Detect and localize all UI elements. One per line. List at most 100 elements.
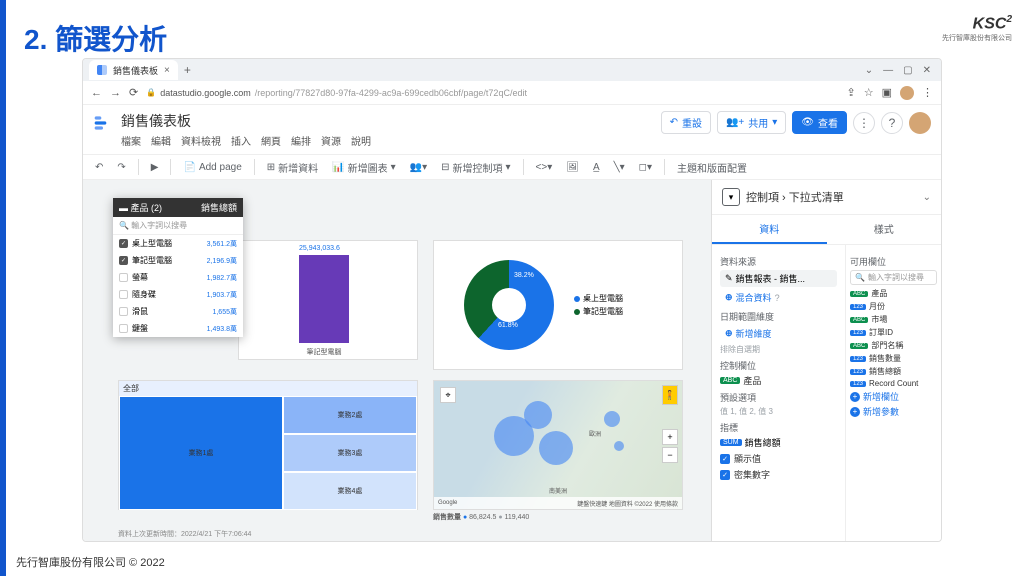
extension-icon[interactable]: ▣ [882, 86, 892, 99]
tab-data[interactable]: 資料 [712, 215, 827, 244]
show-value-checkbox[interactable]: ✓顯示值 [720, 452, 837, 465]
menu-view[interactable]: 資料檢視 [181, 133, 221, 148]
undo-icon: ↶ [670, 117, 678, 128]
bar-1 [299, 255, 349, 343]
menu-icon[interactable]: ⋮ [922, 86, 933, 99]
datastudio-icon [97, 65, 107, 75]
shape-button[interactable]: ◻▾ [635, 160, 656, 175]
line-button[interactable]: ╲▾ [610, 160, 629, 175]
menu-page[interactable]: 網頁 [261, 133, 281, 148]
filter-item[interactable]: ✓筆記型電腦2,196.9萬 [113, 252, 243, 269]
more-button[interactable]: ⋮ [853, 112, 875, 134]
filter-item[interactable]: 鍵盤1,493.8萬 [113, 320, 243, 337]
field-item[interactable]: 123月份 [850, 301, 937, 312]
url-embed-button[interactable]: <>▾ [532, 160, 557, 175]
menu-file[interactable]: 檔案 [121, 133, 141, 148]
address-bar: ← → ⟳ 🔒 datastudio.google.com/reporting/… [83, 81, 941, 105]
field-item[interactable]: ABC市場 [850, 314, 937, 325]
menu-insert[interactable]: 插入 [231, 133, 251, 148]
canvas[interactable]: 25,943,033.6 筆記型電腦 61.8% 38.2% 桌上型電腦 筆記型… [83, 180, 711, 541]
blend-data-link[interactable]: ⊕混合資料 ? [720, 289, 837, 306]
star-icon[interactable]: ☆ [864, 86, 874, 99]
url-field[interactable]: 🔒 datastudio.google.com/reporting/77827d… [146, 88, 838, 98]
properties-panel: ▾ 控制項 › 下拉式清單 ⌄ 資料 樣式 資料來源 ✎銷售報表 - 銷售...… [711, 180, 941, 541]
reset-button[interactable]: ↶重設 [661, 111, 711, 134]
filter-item[interactable]: 滑鼠1,655萬 [113, 303, 243, 320]
minimize-icon[interactable]: — [883, 65, 893, 76]
chevron-down-icon[interactable]: ⌄ [923, 192, 931, 203]
field-item[interactable]: 123銷售總額 [850, 366, 937, 377]
menu-edit[interactable]: 編輯 [151, 133, 171, 148]
field-item[interactable]: 123訂單ID [850, 327, 937, 338]
tab-title: 銷售儀表板 [113, 64, 158, 77]
redo-button[interactable]: ↷ [113, 160, 129, 175]
toolbar: ↶ ↷ ▶ 📄 Add page ⊞ 新增資料 📊 新增圖表 ▾ 👥▾ ⊟ 新增… [83, 154, 941, 180]
menu-resource[interactable]: 資源 [321, 133, 341, 148]
status-text: 資料上次更新時間：2022/4/21 下午7:06:44 [118, 529, 251, 539]
donut-chart[interactable]: 61.8% 38.2% 桌上型電腦 筆記型電腦 [433, 240, 683, 370]
theme-button[interactable]: 主題和版面配置 [673, 158, 751, 177]
browser-window: 銷售儀表板 × + ⌄ — ▢ ✕ ← → ⟳ 🔒 datastudio.goo… [82, 58, 942, 542]
filter-item[interactable]: 螢幕1,982.7萬 [113, 269, 243, 286]
add-page-button[interactable]: 📄 Add page [179, 160, 245, 175]
donut-legend: 桌上型電腦 筆記型電腦 [574, 291, 623, 319]
undo-button[interactable]: ↶ [91, 160, 107, 175]
user-avatar[interactable] [909, 112, 931, 134]
help-button[interactable]: ? [881, 112, 903, 134]
forward-button[interactable]: → [110, 87, 121, 99]
copyright: 先行智庫股份有限公司 © 2022 [16, 554, 165, 570]
menu-help[interactable]: 說明 [351, 133, 371, 148]
community-viz-button[interactable]: 👥▾ [406, 160, 431, 175]
add-param-button[interactable]: +新增參數 [850, 405, 937, 418]
field-item[interactable]: 123銷售數量 [850, 353, 937, 364]
view-button[interactable]: 👁查看 [792, 111, 847, 134]
profile-avatar[interactable] [900, 86, 914, 100]
app-title[interactable]: 銷售儀表板 [121, 111, 653, 131]
filter-item[interactable]: 隨身碟1,903.7萬 [113, 286, 243, 303]
zoom-out-button[interactable]: − [662, 447, 678, 463]
new-tab-button[interactable]: + [184, 63, 191, 77]
chevron-down-icon[interactable]: ⌄ [865, 65, 873, 76]
text-button[interactable]: A̲ [589, 160, 604, 175]
tab-close-icon[interactable]: × [164, 65, 170, 76]
slide-title: 2. 篩選分析 [24, 18, 167, 58]
field-item[interactable]: 123Record Count [850, 379, 937, 388]
treemap-chart[interactable]: 全部 業務1處 業務2處 業務3處 業務4處 [118, 380, 418, 510]
map-locate-icon[interactable]: ⌖ [440, 387, 456, 403]
add-chart-button[interactable]: 📊 新增圖表 ▾ [328, 158, 399, 177]
image-button[interactable]: 🖼 [562, 160, 583, 175]
compact-checkbox[interactable]: ✓密集數字 [720, 468, 837, 481]
eye-icon: 👁 [801, 117, 814, 128]
zoom-in-button[interactable]: + [662, 429, 678, 445]
add-dimension-button[interactable]: ⊕新增維度 [720, 325, 837, 342]
add-control-button[interactable]: ⊟ 新增控制項 ▾ [437, 158, 514, 177]
datastudio-logo[interactable] [93, 113, 113, 133]
tab-strip: 銷售儀表板 × + ⌄ — ▢ ✕ [83, 59, 941, 81]
pointer-tool[interactable]: ▶ [147, 160, 163, 175]
add-field-button[interactable]: +新增欄位 [850, 390, 937, 403]
pegman-icon[interactable]: 🧍 [662, 385, 678, 405]
field-item[interactable]: ABC產品 [850, 288, 937, 299]
field-item[interactable]: ABC部門名稱 [850, 340, 937, 351]
field-search-input[interactable]: 🔍 輸入字詞以搜尋 [850, 270, 937, 285]
share-button[interactable]: 👥+共用▾ [717, 111, 786, 134]
ksc-logo: KSC2 先行智庫股份有限公司 [942, 14, 1012, 43]
bar-chart[interactable]: 25,943,033.6 筆記型電腦 [238, 240, 418, 360]
filter-search-input[interactable]: 🔍 輸入字詞以搜尋 [113, 217, 243, 235]
pencil-icon[interactable]: ✎ [725, 273, 733, 284]
back-button[interactable]: ← [91, 87, 102, 99]
filter-dropdown[interactable]: ▬ 產品 (2) 銷售總額 🔍 輸入字詞以搜尋 ✓桌上型電腦3,561.2萬✓筆… [113, 198, 243, 337]
reload-button[interactable]: ⟳ [129, 86, 138, 99]
add-data-button[interactable]: ⊞ 新增資料 [263, 158, 322, 177]
app-header: 銷售儀表板 檔案 編輯 資料檢視 插入 網頁 編排 資源 說明 ↶重設 👥+共用… [83, 105, 941, 154]
share-icon[interactable]: ⇪ [847, 86, 856, 99]
map-chart[interactable]: 歐洲 南美洲 ⌖ 🧍 + − Google 鍵盤快速鍵 地圖資料 ©2022 使… [433, 380, 683, 510]
maximize-icon[interactable]: ▢ [903, 65, 912, 76]
donut-ring: 61.8% 38.2% [464, 260, 554, 350]
tab-style[interactable]: 樣式 [827, 215, 942, 244]
close-window-icon[interactable]: ✕ [923, 65, 931, 76]
menu-bar: 檔案 編輯 資料檢視 插入 網頁 編排 資源 說明 [121, 133, 653, 148]
filter-item[interactable]: ✓桌上型電腦3,561.2萬 [113, 235, 243, 252]
menu-arrange[interactable]: 編排 [291, 133, 311, 148]
browser-tab[interactable]: 銷售儀表板 × [89, 60, 178, 80]
